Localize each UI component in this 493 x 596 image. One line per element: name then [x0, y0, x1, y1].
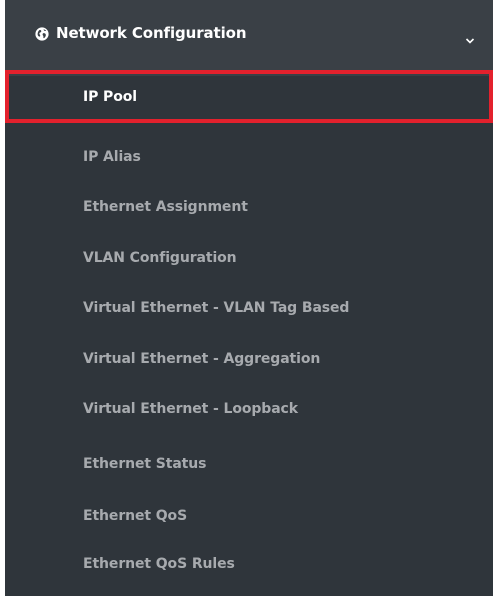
menu-item-ethernet-qos[interactable]: Ethernet QoS: [5, 495, 493, 536]
network-configuration-label: Network Configuration: [56, 24, 247, 42]
menu-item-ip-pool[interactable]: IP Pool: [5, 70, 493, 123]
chevron-down-icon[interactable]: [465, 30, 475, 44]
menu-item-virtual-ethernet-vlan-tag-based[interactable]: Virtual Ethernet - VLAN Tag Based: [5, 287, 493, 328]
menu-item-vlan-configuration[interactable]: VLAN Configuration: [5, 237, 493, 278]
network-configuration-submenu: IP Pool IP Alias Ethernet Assignment VLA…: [5, 70, 493, 596]
network-configuration-menu-header[interactable]: Network Configuration: [5, 0, 493, 66]
menu-item-ethernet-status[interactable]: Ethernet Status: [5, 443, 493, 484]
menu-item-virtual-ethernet-aggregation[interactable]: Virtual Ethernet - Aggregation: [5, 338, 493, 379]
menu-item-ethernet-qos-rules[interactable]: Ethernet QoS Rules: [5, 543, 493, 584]
menu-item-ip-alias[interactable]: IP Alias: [5, 136, 493, 177]
menu-item-ethernet-assignment[interactable]: Ethernet Assignment: [5, 186, 493, 227]
globe-icon: [35, 26, 49, 41]
sidebar-panel: Network Configuration IP Pool IP Alias E…: [5, 0, 493, 596]
menu-item-virtual-ethernet-loopback[interactable]: Virtual Ethernet - Loopback: [5, 388, 493, 429]
